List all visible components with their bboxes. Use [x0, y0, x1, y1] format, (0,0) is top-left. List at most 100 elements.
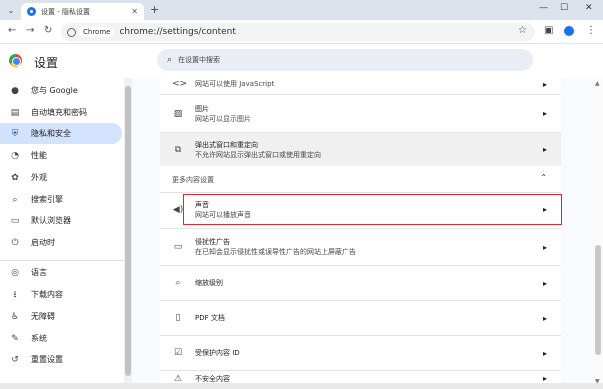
- sidebar-item-you-and-google[interactable]: ● 您与 Google: [0, 80, 122, 101]
- profile-avatar[interactable]: [564, 26, 574, 36]
- close-tab-icon[interactable]: ✕: [131, 7, 138, 16]
- settings-search-input[interactable]: [178, 56, 479, 64]
- shield-icon: ⛨: [11, 128, 19, 139]
- row-title: 受保护内容 ID: [195, 349, 240, 357]
- settings-sidebar: ● 您与 Google ▤ 自动填充和密码 ⛨ 隐私和安全 ◔ 性能 ✿ 外观 …: [0, 78, 124, 389]
- row-title: 弹出式窗口和重定向: [195, 140, 258, 149]
- sidebar-item-label: 系统: [31, 334, 47, 343]
- tab-search-button[interactable]: ⌄: [4, 3, 18, 17]
- sound-row-highlight: [183, 194, 562, 225]
- sidebar-scrollbar[interactable]: [124, 78, 132, 383]
- settings-header: 设置 ⌕: [0, 45, 603, 78]
- chevron-right-icon: ▸: [542, 242, 547, 252]
- row-title: 图片: [195, 104, 209, 113]
- minimize-button[interactable]: —: [539, 3, 548, 13]
- menu-kebab-icon[interactable]: ⋮: [586, 25, 596, 36]
- sidebar-scrollbar-thumb[interactable]: [125, 86, 131, 376]
- close-window-button[interactable]: ✕: [585, 3, 593, 13]
- sidebar-item-label: 默认浏览器: [31, 216, 71, 225]
- divider: [160, 192, 561, 193]
- sidebar-item-label: 您与 Google: [31, 86, 78, 95]
- document-icon: ▯: [175, 313, 181, 323]
- row-desc: 网站可以显示图片: [195, 114, 251, 123]
- browser-toolbar: ← → ↻ Chrome chrome://settings/content ☆…: [0, 20, 603, 44]
- browser-icon: ▭: [10, 215, 20, 226]
- tab-title: 设置 - 隐私设置: [41, 7, 90, 16]
- sidebar-item-label: 性能: [31, 151, 47, 160]
- sidebar-item-downloads[interactable]: ⭳ 下载内容: [0, 284, 122, 305]
- sidebar-item-default-browser[interactable]: ▭ 默认浏览器: [0, 210, 122, 231]
- side-panel-icon[interactable]: ▣: [544, 25, 553, 36]
- chevron-down-icon: ⌄: [7, 5, 15, 15]
- globe-icon: ◎: [11, 267, 19, 278]
- main-content: <> 网站可以使用 JavaScript ▸ ▨ 图片 网站可以显示图片 ▸ ⧉…: [132, 78, 593, 389]
- browser-tab[interactable]: 设置 - 隐私设置 ✕: [21, 3, 144, 20]
- row-title: 侵扰性广告: [195, 238, 230, 246]
- ad-block-icon: ▭: [173, 242, 183, 252]
- sidebar-item-label: 外观: [31, 173, 47, 182]
- javascript-desc: 网站可以使用 JavaScript: [195, 80, 275, 88]
- chrome-logo-icon: [9, 54, 22, 67]
- more-content-settings-header[interactable]: 更多内容设置: [172, 175, 214, 185]
- accessibility-icon: ♿: [10, 311, 20, 322]
- protected-content-row[interactable]: ☑ 受保护内容 ID ▸: [160, 336, 561, 370]
- sidebar-item-on-startup[interactable]: ⏻ 启动时: [0, 232, 122, 253]
- chevron-up-icon[interactable]: ⌃: [540, 173, 547, 182]
- sidebar-item-languages[interactable]: ◎ 语言: [0, 262, 122, 283]
- sidebar-item-reset[interactable]: ↺ 重置设置: [0, 349, 122, 370]
- settings-search[interactable]: ⌕: [157, 49, 533, 71]
- sidebar-item-label: 下载内容: [31, 290, 63, 299]
- scroll-up-arrow-icon[interactable]: ▲: [595, 80, 600, 87]
- chevron-right-icon: ▸: [542, 79, 547, 89]
- code-icon: <>: [172, 79, 188, 89]
- address-bar[interactable]: Chrome chrome://settings/content ☆: [61, 23, 535, 41]
- sidebar-item-appearance[interactable]: ✿ 外观: [0, 167, 122, 188]
- bottom-scrollbar[interactable]: [0, 383, 603, 389]
- back-button[interactable]: ←: [8, 25, 16, 36]
- images-row[interactable]: ▨ 图片 网站可以显示图片 ▸: [160, 95, 561, 132]
- sidebar-item-system[interactable]: ✎ 系统: [0, 328, 122, 349]
- main-scrollbar-thumb[interactable]: [595, 245, 601, 355]
- sidebar-item-accessibility[interactable]: ♿ 无障碍: [0, 306, 122, 327]
- sidebar-item-label: 无障碍: [31, 312, 55, 321]
- sidebar-item-label: 隐私和安全: [31, 129, 71, 138]
- chevron-right-icon: ▸: [542, 109, 547, 118]
- search-icon: ⌕: [12, 194, 18, 205]
- intrusive-ads-row[interactable]: ▭ 侵扰性广告 在已知会显示侵扰性或误导性广告的网站上屏蔽广告 ▸: [160, 229, 561, 265]
- chevron-right-icon: ▸: [542, 278, 547, 288]
- forward-button[interactable]: →: [26, 25, 34, 36]
- sidebar-item-search-engine[interactable]: ⌕ 搜索引擎: [0, 189, 122, 210]
- checkbox-icon: ☑: [173, 348, 183, 358]
- sidebar-item-label: 重置设置: [31, 355, 63, 364]
- sidebar-item-performance[interactable]: ◔ 性能: [0, 145, 122, 166]
- new-tab-button[interactable]: +: [150, 3, 159, 16]
- chevron-right-icon: ▸: [542, 374, 547, 383]
- chevron-right-icon: ▸: [542, 348, 547, 358]
- popups-row[interactable]: ⧉ 弹出式窗口和重定向 不允许网站显示弹出式窗口或使用重定向 ▸: [160, 133, 561, 166]
- reload-button[interactable]: ↻: [44, 25, 52, 36]
- sidebar-item-label: 搜索引擎: [31, 195, 63, 204]
- sidebar-item-autofill[interactable]: ▤ 自动填充和密码: [0, 102, 122, 123]
- page-title: 设置: [34, 56, 59, 70]
- wrench-icon: ✎: [11, 333, 19, 344]
- pdf-row[interactable]: ▯ PDF 文档 ▸: [160, 301, 561, 335]
- download-icon: ⭳: [13, 289, 17, 300]
- sidebar-divider: [0, 260, 124, 261]
- zoom-icon: ⌕: [175, 278, 181, 288]
- zoom-row[interactable]: ⌕ 缩放级别 ▸: [160, 266, 561, 300]
- url-text[interactable]: chrome://settings/content: [119, 27, 235, 37]
- bookmark-star-icon[interactable]: ☆: [518, 25, 527, 36]
- settings-gear-icon: [27, 7, 36, 16]
- sidebar-item-label: 语言: [31, 268, 47, 277]
- javascript-row[interactable]: <> 网站可以使用 JavaScript ▸: [160, 78, 561, 92]
- palette-icon: ✿: [11, 172, 19, 183]
- main-scrollbar[interactable]: ▲ ▼: [593, 78, 603, 389]
- chrome-chip: Chrome: [79, 27, 115, 37]
- reset-icon: ↺: [11, 354, 19, 365]
- maximize-button[interactable]: ☐: [560, 3, 568, 13]
- sidebar-item-privacy[interactable]: ⛨ 隐私和安全: [0, 123, 122, 144]
- tab-strip: ⌄ 设置 - 隐私设置 ✕ + — ☐ ✕: [0, 0, 603, 20]
- person-icon: ●: [11, 85, 19, 96]
- row-title: PDF 文档: [195, 314, 225, 322]
- site-info-icon[interactable]: [67, 27, 76, 37]
